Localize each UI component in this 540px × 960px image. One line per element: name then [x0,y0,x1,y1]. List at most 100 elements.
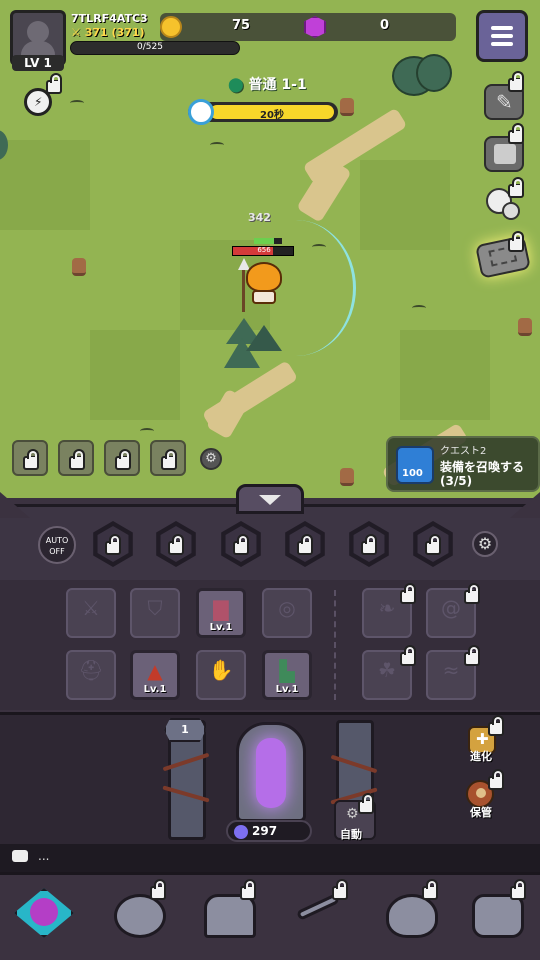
lock-icon [400,645,416,666]
lock-icon [105,534,121,555]
skill-settings-gear-icon[interactable]: ⚙ [472,531,498,557]
lock-icon [488,715,504,736]
evolve-label: 進化 [470,750,492,763]
skill-slot-2[interactable] [58,440,94,476]
damage-popup: 342 [248,211,271,224]
ring-icon: ◎ [278,596,296,620]
hero-legs [252,290,276,304]
equip-slot-boots[interactable]: ▙ Lv.1 [262,650,312,700]
combat-power-value: 371 (371) [84,26,145,39]
stopwatch-icon [188,99,214,125]
bag-icon [476,788,486,798]
evolve-arrow-icon: ✚ [476,730,489,748]
auto-summon-gear-icon: ⚙ [346,806,359,822]
gold-coin-icon [160,16,182,38]
tree-stump [340,468,354,486]
lock-icon [508,231,524,252]
tree-stump [340,98,354,116]
stage-name: 普通 1-1 [248,77,307,93]
combat-power: ⚔ 371 (371) [71,26,145,39]
skill-slot-1[interactable] [12,440,48,476]
lock-icon [508,71,524,92]
equip-slot-armor[interactable]: ▲ Lv.1 [130,650,180,700]
quest-description: 装備を召喚する [440,460,525,474]
equipment-divider [334,590,336,700]
hero-hp-text: 656 [257,246,271,254]
chat-bubble-icon [12,850,28,862]
player-name: 7TLRF4ATC3 [71,12,148,25]
storage-label: 保管 [470,806,492,819]
lock-icon [361,534,377,555]
quest-title: クエスト2 [440,446,487,457]
auto-summon-label: 自動 [340,828,362,841]
equip-slot-cape[interactable]: ▇ Lv.1 [196,588,246,638]
equip-slot-shield[interactable]: ⛉ [130,588,180,638]
hero-hp-bar: 656 [232,246,294,256]
quill-icon: ✎ [496,90,513,114]
gargoyle-icon [114,894,166,938]
summon-cost-value: 297 [252,824,278,838]
skill-bar [0,504,540,580]
gem-icon [304,16,326,38]
skill-settings-gear-icon[interactable]: ⚙ [200,448,222,470]
paw-icon [502,202,520,220]
equip-slot-ring[interactable]: ◎ [262,588,312,638]
grass-tile [360,160,450,250]
stage-indicator: ⬤ 普通 1-1 [228,74,307,94]
skill-slot-3[interactable] [104,440,140,476]
shield-icon: ⛉ [147,596,163,620]
lock-icon [400,583,416,604]
grass-tuft [70,100,84,106]
cape-icon: ▇ [213,597,229,621]
hero-mana-bar [254,238,282,244]
boots-icon: ▙ [279,659,295,683]
quest-progress: (3/5) [440,474,473,488]
menu-icon [491,42,513,46]
lock-icon [508,177,524,198]
guild-shield-icon [386,894,438,938]
grass-tuft [412,305,426,311]
lock-icon [332,879,348,900]
lock-icon [508,123,524,144]
gem-amount: 0 [380,18,390,33]
treasure-chest-icon [472,894,524,938]
lock-icon [488,769,504,790]
xp-text: 0/525 [137,42,163,52]
lock-icon [115,449,131,470]
summon-orb-icon [234,825,248,839]
summon-level-badge: 1 [164,718,206,742]
chevron-down-icon [259,495,281,505]
grass-tuft [140,428,154,434]
sword-icon: ⚔ [82,596,100,620]
skill-slot-4[interactable] [150,440,186,476]
equip-level: Lv.1 [275,684,299,695]
auto-skill-toggle[interactable]: AUTO OFF [38,526,76,564]
equip-level: Lv.1 [209,622,233,633]
chat-bar[interactable]: ... [0,844,540,872]
gloves-icon: ✋ [208,658,234,682]
equip-slot-helmet[interactable]: ⛑ [66,650,116,700]
equip-level: Lv.1 [143,684,167,695]
equip-slot-gloves[interactable]: ✋ [196,650,246,700]
stage-timer-bar: 20秒 [188,99,338,125]
cat-face-icon [30,898,58,926]
lock-icon [358,793,374,814]
helmet-icon: ⛑ [78,658,104,682]
lock-icon [425,534,441,555]
armor-icon: ▲ [147,659,163,683]
lock-icon [297,534,313,555]
tree-stump [72,258,86,276]
lock-icon [69,449,85,470]
tree-stump [518,318,532,336]
collapse-panel-button[interactable] [236,484,304,514]
lock-icon [240,879,256,900]
lock-icon [46,73,62,94]
summon-cost[interactable]: 297 [226,820,312,842]
main-menu-button[interactable] [476,10,528,62]
hero-character [246,262,282,292]
equip-slot-weapon[interactable]: ⚔ [66,588,116,638]
quest-panel[interactable]: 100 クエスト2 装備を召喚する (3/5) [386,436,540,492]
lock-icon [23,449,39,470]
sword-icon: ⚔ [71,26,81,39]
chest-icon [494,144,516,164]
